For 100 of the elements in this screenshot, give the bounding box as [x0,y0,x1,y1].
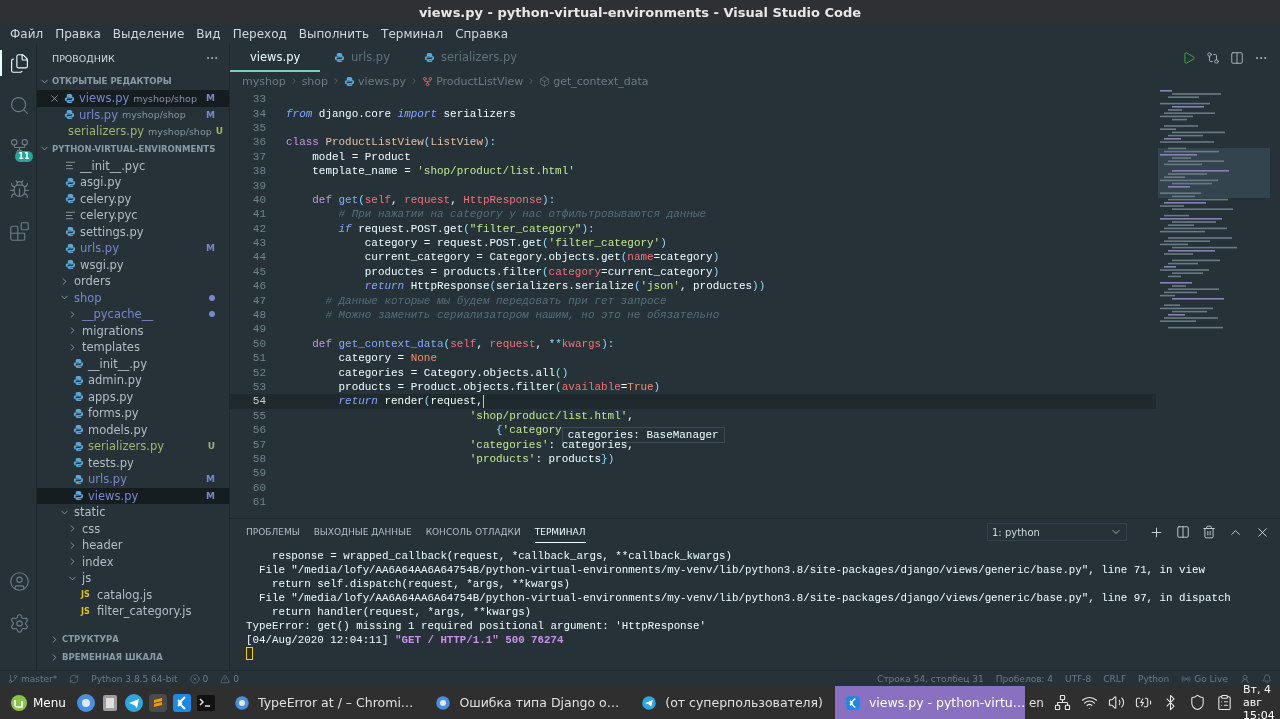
file-row[interactable]: __init__.py [37,355,229,372]
menu-item[interactable]: Переход [226,27,293,41]
split-icon[interactable] [1176,524,1190,539]
folder-row[interactable]: shop [37,289,229,306]
file-row[interactable]: views.py M [37,487,229,504]
file-row[interactable]: JS filter_category.js [37,603,229,620]
folder-row[interactable]: orders [37,273,229,290]
file-row[interactable]: celery.pyc [37,207,229,224]
taskbar-window[interactable]: Ошибка типа Django о… [425,686,628,719]
section-header[interactable]: ВРЕМЕННАЯ ШКАЛА [37,648,229,666]
file-row[interactable]: urls.py M [37,240,229,257]
folder-row[interactable]: migrations [37,322,229,339]
terminal-cursor [246,647,253,660]
code-line: def get_context_data(self, request, **kwargs): [311,337,615,350]
terminal-line: response = wrapped_callback(request, *callback_args, **callback_kwargs) [270,549,733,563]
close-icon[interactable] [49,92,60,104]
paper-plane-icon[interactable] [641,695,657,710]
wifi-icon[interactable] [1080,694,1098,711]
file-row[interactable]: settings.py [37,223,229,240]
folder-row[interactable]: index [37,553,229,570]
paper-plane-icon[interactable] [123,692,144,713]
clipboard-icon[interactable] [1215,694,1233,711]
folder-row[interactable]: __pycache__ [37,306,229,323]
section-header[interactable]: ОТКРЫТЫЕ РЕДАКТОРЫ [37,72,229,90]
plus-icon[interactable] [1149,524,1164,540]
open-editor-item[interactable]: views.py myshop/shop M [37,90,229,107]
line-number: 49 [251,323,266,336]
menu-item[interactable]: Выполнить [292,27,376,41]
line-number: 59 [251,467,266,480]
file-row[interactable]: asgi.py [37,174,229,191]
clock[interactable]: Вт, 4 авг 15:04 [1242,683,1275,719]
taskbar-window[interactable]: views.py - python-virtu… [834,686,1025,719]
line-number: 39 [251,179,266,192]
file-row[interactable]: urls.py M [37,471,229,488]
code-editor-icon[interactable] [171,692,192,713]
settings-icon [8,612,30,634]
editor-app-icon[interactable] [147,692,168,713]
panel-tab[interactable]: КОНСОЛЬ ОТЛАДКИ [425,521,521,543]
file-row[interactable]: forms.py [37,405,229,422]
files-icon [8,52,30,74]
cube-icon [539,75,551,87]
menu-item[interactable]: Правка [49,27,107,41]
panel-tab[interactable]: ВЫХОДНЫЕ ДАННЫЕ [313,521,412,543]
file-row[interactable]: apps.py [37,388,229,405]
menu-item[interactable]: Вид [190,27,227,41]
file-row[interactable]: JS catalog.js [37,586,229,603]
browser-icon[interactable] [75,692,96,713]
line-number: 54 [251,395,266,408]
network-icon[interactable] [1053,694,1071,711]
folder-row[interactable]: templates [37,339,229,356]
menu-item[interactable]: Выделение [106,27,191,41]
menu-item[interactable]: Терминал [375,27,450,41]
code-line: {'category [495,424,562,437]
open-editor-item[interactable]: urls.py myshop/shop M [37,106,229,123]
start-menu-button[interactable]: Menu [4,688,72,717]
terminal-line: TypeError: get() missing 1 required positional argument: 'HttpResponse' [246,619,708,633]
keyboard-layout[interactable]: en [1028,695,1044,710]
volume-icon[interactable] [1107,694,1125,711]
file-row[interactable]: celery.py [37,190,229,207]
folder-row[interactable]: header [37,537,229,554]
code-line: category = None [337,352,437,365]
line-number: 38 [251,165,266,178]
code-line: productes = products.filter(category=current_category) [363,265,720,278]
panel-tab[interactable]: ТЕРМИНАЛ [534,521,586,543]
browser-icon[interactable] [435,695,451,710]
run-icon[interactable] [1182,51,1196,65]
folder-row[interactable]: css [37,520,229,537]
file-row[interactable]: __init__.pyc [37,157,229,174]
status-dot [209,294,215,301]
file-row[interactable]: admin.py [37,372,229,389]
code-line: products = Product.objects.filter(available=True) [337,381,661,393]
split-editor-icon[interactable] [1230,51,1244,65]
taskbar-window[interactable]: (от суперпользователя) [631,686,831,719]
terminal-icon[interactable] [195,692,216,713]
panel-tab[interactable]: ПРОБЛЕМЫ [246,521,300,543]
open-editor-item[interactable]: serializers.py myshop/shop U [37,123,229,140]
code-line: return HttpResponse(serializers.serialize('json', productes)) [363,280,766,293]
browser-icon[interactable] [234,695,250,710]
code-line: model = Product [311,150,411,163]
terminal-line: [04/Aug/2020 12:04:11] "GET / HTTP/1.1" 500 76274 [246,633,565,647]
code-line: category = request.POST.get('filter_category') [363,237,667,250]
terminal-select[interactable]: 1: python [987,523,1127,541]
editor-tab[interactable]: views.py [230,44,320,72]
compare-icon[interactable] [1206,51,1220,65]
section-header[interactable]: PYTHON-VIRTUAL-ENVIRONMENTS [37,139,229,158]
python-file-icon [65,242,76,254]
menu-item[interactable]: Справка [449,27,514,41]
file-row[interactable]: tests.py [37,454,229,471]
file-row[interactable]: wsgi.py [37,256,229,273]
folder-row[interactable]: js [37,570,229,587]
shield-icon[interactable] [1188,694,1206,711]
menu-item[interactable]: Файл [4,27,50,41]
section-header[interactable]: СТРУКТУРА [37,630,229,648]
line-number: 36 [251,136,266,149]
count-badge: 11 [15,151,33,162]
file-row[interactable]: serializers.py U [37,438,229,455]
folder-row[interactable]: static [37,504,229,521]
trash-icon[interactable] [1202,524,1216,539]
file-row[interactable]: models.py [37,421,229,438]
taskbar-window[interactable]: TypeError at / – Chromi… [223,686,422,719]
